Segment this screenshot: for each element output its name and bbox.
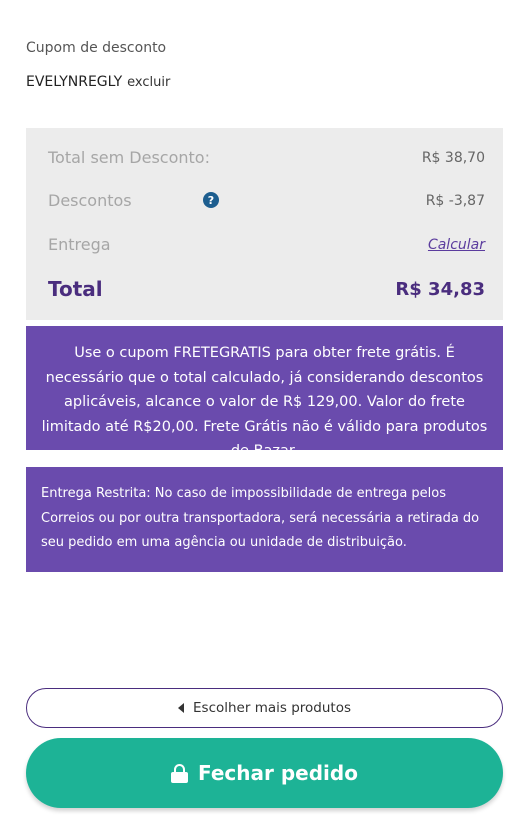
shipping-label: Entrega xyxy=(48,235,111,254)
caret-left-icon xyxy=(178,703,184,713)
checkout-button[interactable]: Fechar pedido xyxy=(26,738,503,808)
checkout-label: Fechar pedido xyxy=(198,761,358,785)
choose-more-products-button[interactable]: Escolher mais produtos xyxy=(26,688,503,728)
subtotal-value: R$ 38,70 xyxy=(421,149,485,166)
delivery-restriction-notice: Entrega Restrita: No caso de impossibili… xyxy=(26,467,503,572)
discount-value: R$ -3,87 xyxy=(425,192,485,209)
shipping-row: Entrega Calcular xyxy=(48,235,485,254)
remove-coupon-link[interactable]: excluir xyxy=(127,75,170,90)
total-row: Total R$ 34,83 xyxy=(48,277,485,301)
choose-more-products-label: Escolher mais produtos xyxy=(193,700,351,716)
order-summary: Total sem Desconto: R$ 38,70 Descontos R… xyxy=(26,128,503,320)
coupon-code: EVELYNREGLY xyxy=(26,74,123,90)
question-circle-icon[interactable]: ? xyxy=(203,192,219,208)
lock-icon xyxy=(171,763,189,783)
coupon-label: Cupom de desconto xyxy=(26,40,167,56)
coupon-row: EVELYNREGLY excluir xyxy=(26,74,170,90)
discount-label: Descontos xyxy=(48,191,132,210)
calculate-shipping-link[interactable]: Calcular xyxy=(428,237,485,253)
subtotal-row: Total sem Desconto: R$ 38,70 xyxy=(48,148,485,167)
subtotal-label: Total sem Desconto: xyxy=(48,148,210,167)
total-value: R$ 34,83 xyxy=(395,278,485,300)
total-label: Total xyxy=(48,277,103,301)
free-shipping-banner: Use o cupom FRETEGRATIS para obter frete… xyxy=(26,326,503,459)
discount-row: Descontos R$ -3,87 xyxy=(48,191,485,210)
